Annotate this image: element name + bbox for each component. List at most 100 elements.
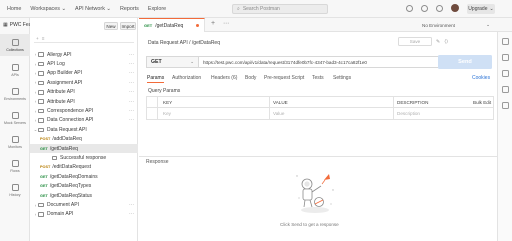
folder-item[interactable]: ⌄ Data Request API: [30, 125, 138, 134]
environment-select[interactable]: No Environment ⌄: [422, 21, 490, 29]
folder-item[interactable]: › Attribute API ···: [30, 97, 138, 106]
example-item[interactable]: Successful response: [30, 153, 138, 162]
plus-icon[interactable]: +: [36, 36, 39, 41]
folder-item[interactable]: › Domain API ···: [30, 210, 138, 219]
search-input[interactable]: ⌕ Search Postman: [232, 4, 328, 14]
send-button[interactable]: Send: [438, 55, 492, 69]
search-placeholder: Search Postman: [242, 6, 280, 12]
info-icon[interactable]: [502, 70, 509, 77]
method-badge: GET: [40, 174, 48, 179]
avatar[interactable]: [451, 4, 459, 12]
edit-icon[interactable]: ✎: [436, 39, 440, 45]
col-value: VALUE: [273, 100, 288, 105]
rail-history[interactable]: History: [0, 179, 30, 201]
rail-mock-servers[interactable]: Mock Servers: [0, 107, 30, 129]
tab-tests[interactable]: Tests: [312, 75, 324, 81]
sync-icon[interactable]: [406, 4, 413, 12]
tab-get-data-req[interactable]: GET /getDataReq: [139, 18, 205, 32]
save-button[interactable]: Save: [398, 37, 432, 46]
tab-headers[interactable]: Headers (6): [211, 75, 237, 81]
col-key: KEY: [163, 100, 173, 105]
import-button[interactable]: Import: [120, 22, 136, 30]
request-item[interactable]: POST/editDataRequest: [30, 163, 138, 172]
folder-item[interactable]: › Correspondence API ···: [30, 106, 138, 115]
url-input[interactable]: https://test.pwc.com/api/v1/data/request…: [198, 56, 468, 68]
rail-monitors[interactable]: Monitors: [0, 131, 30, 153]
more-icon[interactable]: ···: [129, 70, 134, 76]
rail-flows[interactable]: Flows: [0, 155, 30, 177]
comments-icon[interactable]: [502, 54, 509, 61]
description-input[interactable]: Description: [397, 111, 420, 116]
environment-label: No Environment: [422, 22, 455, 28]
folder-item[interactable]: › API Log ···: [30, 59, 138, 68]
request-item[interactable]: GET/getDataReqStatus: [30, 191, 138, 200]
tab-pre-request-script[interactable]: Pre-request Script: [264, 75, 304, 81]
upgrade-button[interactable]: Upgrade ⌄: [467, 4, 495, 14]
rail-label: History: [9, 192, 21, 197]
collection-filter[interactable]: + ≡: [34, 35, 134, 43]
value-input[interactable]: Value: [273, 111, 284, 116]
example-icon: [52, 155, 57, 161]
code-icon[interactable]: ⟨⟩: [444, 39, 448, 45]
more-icon[interactable]: ···: [129, 80, 134, 86]
folder-icon: [38, 90, 44, 95]
more-icon[interactable]: ···: [129, 52, 134, 58]
nav-home[interactable]: Home: [7, 6, 21, 12]
new-tab-icon[interactable]: +: [211, 20, 215, 27]
rail-environments[interactable]: Environments: [0, 83, 30, 105]
gear-icon[interactable]: [421, 4, 428, 12]
more-icon[interactable]: ···: [129, 89, 134, 95]
folder-item[interactable]: › Data Connection API ···: [30, 116, 138, 125]
more-icon[interactable]: ···: [129, 211, 134, 217]
related-icon[interactable]: [502, 102, 509, 109]
folder-item[interactable]: › Document API ···: [30, 200, 138, 209]
bulk-edit-link[interactable]: Bulk Edit: [473, 100, 491, 105]
method-label: GET: [151, 59, 162, 65]
folder-item[interactable]: › Allergy API ···: [30, 50, 138, 59]
request-item[interactable]: GET/getDataReqDomains: [30, 172, 138, 181]
response-divider[interactable]: [139, 156, 497, 157]
new-button[interactable]: New: [104, 22, 118, 30]
col-description: DESCRIPTION: [397, 100, 429, 105]
method-select[interactable]: GET ⌄: [146, 56, 198, 68]
folder-item[interactable]: › App Builder API ···: [30, 69, 138, 78]
more-icon[interactable]: ···: [129, 108, 134, 114]
more-icon[interactable]: ···: [129, 202, 134, 208]
rail-apis[interactable]: APIs: [0, 59, 30, 81]
folder-item[interactable]: › Assignment API ···: [30, 78, 138, 87]
params-empty-row: Key Value Description: [147, 108, 493, 120]
nav-explore[interactable]: Explore: [148, 6, 166, 12]
rail-label: APIs: [11, 72, 19, 77]
folder-icon: [38, 202, 44, 208]
tab-settings[interactable]: Settings: [333, 75, 351, 81]
nav-workspaces[interactable]: Workspaces ⌄: [30, 6, 66, 12]
folder-item[interactable]: › Attribute API ···: [30, 88, 138, 97]
request-item[interactable]: GET/getDataReqTypes: [30, 182, 138, 191]
documentation-icon[interactable]: [502, 38, 509, 45]
tab-authorization[interactable]: Authorization: [172, 75, 201, 81]
rail-label: Flows: [10, 168, 20, 173]
right-rail: [497, 32, 512, 241]
key-input[interactable]: Key: [163, 111, 171, 116]
more-icon[interactable]: ···: [129, 117, 134, 123]
nav-api-network[interactable]: API Network ⌄: [75, 6, 111, 12]
tree-item-label: /getDataReqDomains: [49, 173, 98, 180]
folder-icon: [38, 52, 44, 57]
nav-reports[interactable]: Reports: [120, 6, 139, 12]
tree-item-label: Attribute API: [47, 89, 75, 96]
request-item[interactable]: POST/addDataReq: [30, 135, 138, 144]
method-badge: GET: [40, 146, 48, 151]
request-item[interactable]: GET/getDataReq: [30, 144, 138, 154]
cookies-link[interactable]: Cookies: [472, 75, 490, 81]
environments-icon: [11, 87, 19, 95]
rail-collections[interactable]: Collections: [0, 34, 30, 56]
more-icon[interactable]: ···: [129, 61, 134, 67]
more-icon[interactable]: ···: [129, 99, 134, 105]
monitors-icon: [11, 135, 19, 143]
tree-item-label: Document API: [47, 202, 79, 209]
more-icon[interactable]: ⋯: [223, 20, 229, 27]
tab-body[interactable]: Body: [245, 75, 256, 81]
tab-params[interactable]: Params: [147, 75, 165, 83]
code-snippet-icon[interactable]: [502, 86, 509, 93]
bell-icon[interactable]: [436, 4, 443, 12]
